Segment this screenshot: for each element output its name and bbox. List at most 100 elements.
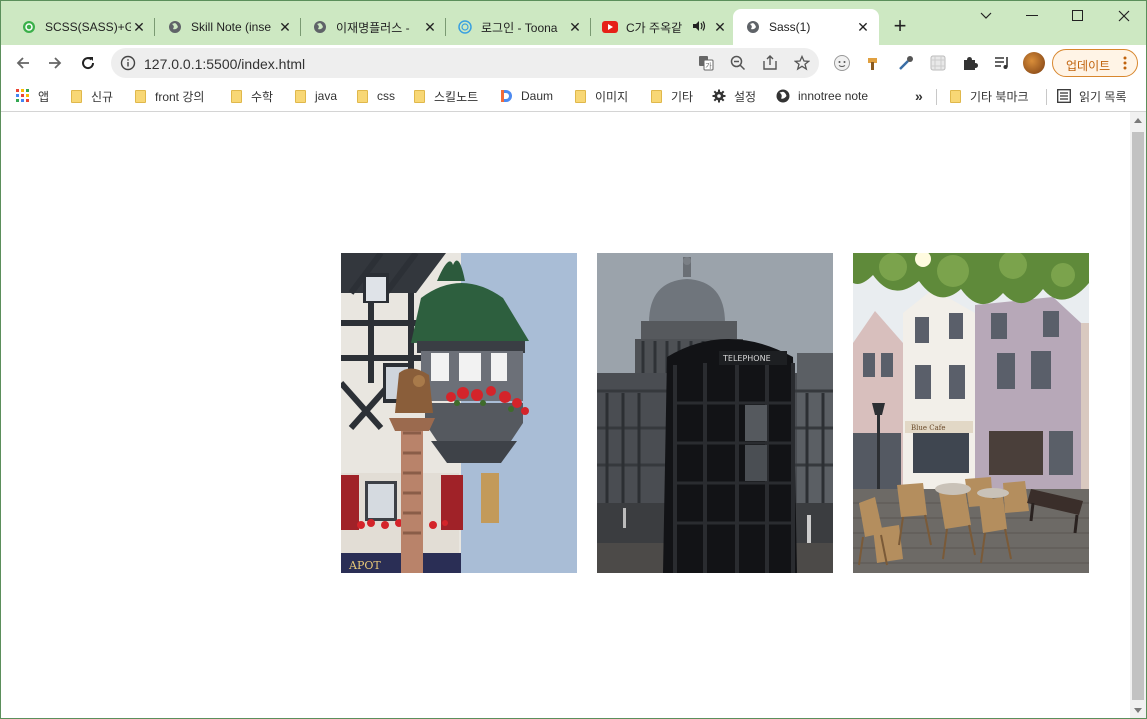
bookmark-other-bookmarks[interactable]: 기타 북마크	[948, 87, 1029, 105]
bookmark-folder-math[interactable]: 수학	[229, 87, 273, 105]
arrow-left-icon	[16, 57, 29, 69]
bookmark-folder-skillnote[interactable]: 스킬노트	[412, 87, 478, 105]
svg-text:TELEPHONE: TELEPHONE	[722, 354, 771, 363]
bookmarks-overflow-button[interactable]: »	[915, 87, 923, 105]
svg-text:APOT: APOT	[348, 559, 381, 572]
folder-icon	[229, 89, 243, 103]
extensions-puzzle-icon[interactable]	[961, 54, 979, 72]
tab-search-button[interactable]	[963, 1, 1009, 31]
folder-icon	[948, 89, 962, 103]
url-text: 127.0.0.1:5500/index.html	[144, 56, 306, 72]
bookmark-label: 앱	[38, 89, 50, 104]
bookmark-label: 기타	[671, 89, 694, 104]
reload-button[interactable]	[76, 51, 100, 75]
speaker-icon[interactable]	[692, 20, 706, 35]
media-queue-icon[interactable]	[993, 54, 1011, 72]
vertical-scrollbar[interactable]	[1130, 112, 1146, 718]
tab-youtube[interactable]: C가 주옥같 ✕	[584, 9, 736, 45]
tab-toonation-login[interactable]: 로그인 - Toona ✕	[439, 9, 591, 45]
apps-grid-icon	[16, 89, 30, 103]
tab-sass-active[interactable]: Sass(1) ✕	[733, 9, 879, 45]
bookmark-label: innotree note	[798, 89, 869, 103]
bookmark-daum[interactable]: Daum	[499, 87, 553, 105]
bookmark-folder-java[interactable]: java	[293, 87, 337, 105]
maximize-icon	[1072, 10, 1083, 21]
scrollbar-thumb[interactable]	[1132, 132, 1144, 700]
tab-close-icon[interactable]: ✕	[277, 19, 293, 35]
chevron-down-icon	[980, 12, 992, 19]
tab-title: Skill Note (inse	[191, 20, 272, 34]
tab-title: C가 주옥같	[626, 20, 683, 35]
page-viewport: APOT TELEPHONE Blue Cafe	[1, 112, 1130, 718]
globe-icon	[167, 19, 183, 35]
minimize-icon	[1026, 15, 1038, 16]
bookmarks-separator	[1046, 89, 1047, 105]
translate-icon[interactable]: 가	[697, 54, 715, 72]
bookmark-folder-etc[interactable]: 기타	[649, 87, 693, 105]
bookmark-label: 읽기 목록	[1079, 89, 1127, 104]
extension-face-icon[interactable]	[833, 54, 851, 72]
bookmark-label: 신규	[91, 89, 114, 104]
bookmark-label: 수학	[251, 89, 274, 104]
new-tab-button[interactable]: +	[888, 15, 912, 39]
bookmark-label: java	[315, 89, 338, 103]
tab-close-icon[interactable]: ✕	[712, 19, 728, 35]
tab-close-icon[interactable]: ✕	[567, 19, 583, 35]
folder-icon	[69, 89, 83, 103]
svg-text:Blue Cafe: Blue Cafe	[911, 424, 946, 432]
bookmark-label: 이미지	[595, 89, 629, 104]
folder-icon	[355, 89, 369, 103]
tab-close-icon[interactable]: ✕	[422, 19, 438, 35]
tab-close-icon[interactable]: ✕	[855, 19, 871, 35]
bookmark-label: 설정	[734, 89, 757, 104]
bookmark-folder-new[interactable]: 신규	[69, 87, 113, 105]
bookmark-innotree[interactable]: innotree note	[776, 87, 868, 105]
extension-grid-icon[interactable]	[929, 54, 947, 72]
extension-eyedropper-icon[interactable]	[897, 54, 915, 72]
bookmarks-separator	[936, 89, 937, 105]
back-button[interactable]	[11, 51, 35, 75]
scroll-up-icon[interactable]	[1134, 118, 1142, 123]
daum-icon	[499, 89, 513, 103]
profile-avatar[interactable]	[1023, 52, 1045, 74]
bookmark-label: css	[377, 89, 395, 103]
folder-icon	[412, 89, 426, 103]
bookmark-folder-css[interactable]: css	[355, 87, 395, 105]
close-window-button[interactable]	[1101, 1, 1146, 31]
bookmark-star-icon[interactable]	[793, 54, 811, 72]
globe-icon	[745, 19, 761, 35]
maximize-button[interactable]	[1055, 1, 1101, 31]
browser-toolbar: 127.0.0.1:5500/index.html 가 업데이트	[1, 45, 1146, 81]
bookmark-apps[interactable]: 앱	[16, 87, 49, 105]
tab-news[interactable]: 이재명플러스 - ✕	[294, 9, 446, 45]
info-icon[interactable]	[120, 55, 136, 71]
tab-scss[interactable]: SCSS(SASS)+Gi ✕	[3, 9, 155, 45]
bookmark-settings[interactable]: 설정	[712, 87, 756, 105]
menu-kebab-icon	[1123, 56, 1127, 70]
tab-skill-note[interactable]: Skill Note (inse ✕	[149, 9, 301, 45]
toonation-icon	[457, 19, 473, 35]
arrow-right-icon	[49, 57, 62, 69]
minimize-button[interactable]	[1009, 1, 1055, 31]
svg-text:가: 가	[705, 61, 712, 70]
reading-list-button[interactable]: 읽기 목록	[1057, 87, 1127, 105]
tab-close-icon[interactable]: ✕	[131, 19, 147, 35]
bookmarks-bar: 앱 신규 front 강의 수학 java css 스킬노트 Daum 이미지 …	[1, 81, 1146, 112]
bookmark-folder-front[interactable]: front 강의	[133, 87, 204, 105]
extension-hammer-icon[interactable]	[865, 54, 883, 72]
tab-title: 로그인 - Toona	[481, 20, 558, 35]
zoom-out-icon[interactable]	[729, 54, 747, 72]
update-button[interactable]: 업데이트	[1052, 49, 1138, 77]
share-icon[interactable]	[761, 54, 779, 72]
close-icon	[1118, 10, 1130, 22]
bookmark-label: Daum	[521, 89, 554, 103]
bookmark-folder-images[interactable]: 이미지	[573, 87, 628, 105]
tab-title: 이재명플러스 -	[336, 20, 410, 35]
forward-button[interactable]	[43, 51, 67, 75]
tab-title: Sass(1)	[769, 20, 811, 34]
bookmark-label: 스킬노트	[434, 89, 479, 104]
address-bar[interactable]: 127.0.0.1:5500/index.html 가	[111, 48, 819, 78]
scroll-down-icon[interactable]	[1134, 708, 1142, 713]
globe-icon	[776, 89, 790, 103]
folder-icon	[649, 89, 663, 103]
